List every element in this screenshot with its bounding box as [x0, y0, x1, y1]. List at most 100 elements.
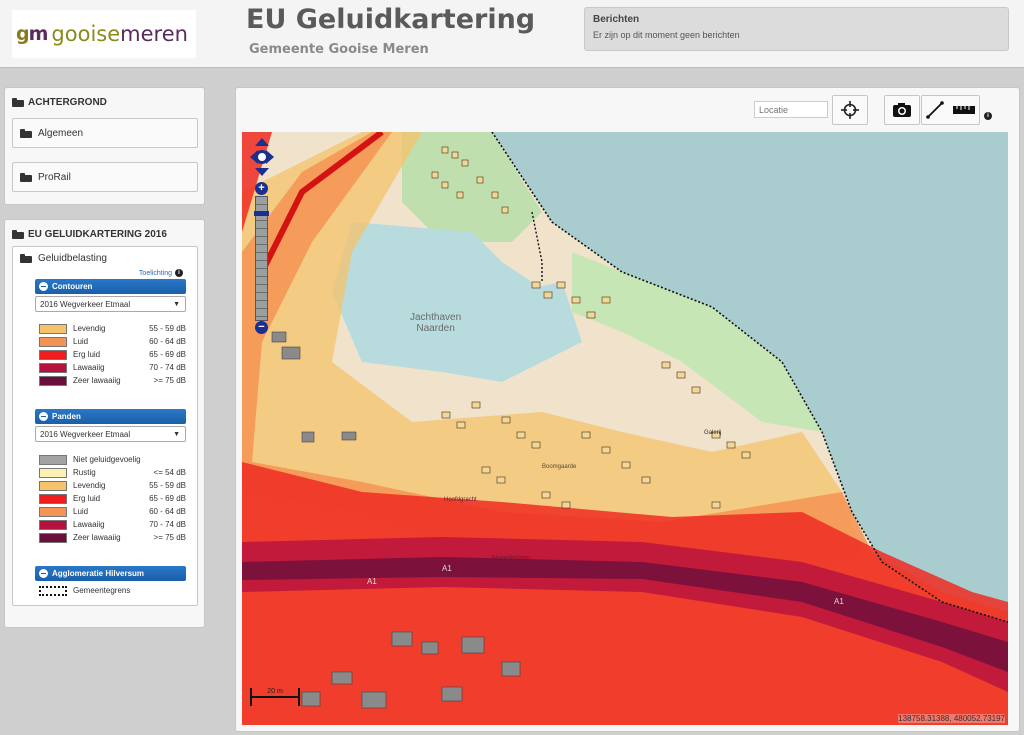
- legend-row: Gemeentegrens: [39, 584, 186, 597]
- toelichting-link[interactable]: Toelichting i: [20, 269, 183, 277]
- legend-row: Niet geluidgevoelig: [39, 453, 186, 466]
- chevron-down-icon: ▼: [173, 430, 180, 438]
- background-item-algemeen[interactable]: Algemeen: [12, 118, 198, 148]
- map-label-harbor: Jachthaven Naarden: [410, 312, 461, 334]
- municipal-border-swatch: [39, 585, 67, 596]
- legend-row: Levendig 55 - 59 dB: [39, 479, 186, 492]
- legend-swatch: [39, 362, 67, 373]
- geluidbelasting-label: Geluidbelasting: [38, 253, 107, 264]
- legend-range: 65 - 69 dB: [149, 494, 186, 503]
- legend-label: Levendig: [73, 481, 106, 490]
- legend-row: Lawaaiig 70 - 74 dB: [39, 518, 186, 531]
- legend-swatch: [39, 375, 67, 386]
- agglomeratie-legend: Gemeentegrens: [39, 584, 186, 597]
- legend-label: Lawaaiig: [73, 520, 105, 529]
- legend-swatch: [39, 323, 67, 334]
- contouren-header[interactable]: Contouren: [35, 279, 186, 294]
- mapping-panel-title: EU GELUIDKARTERING 2016: [28, 229, 167, 240]
- map-label-street: Boomgaarde: [542, 464, 577, 470]
- map-graphic: [242, 132, 1008, 725]
- legend-row: Zeer lawaaiig >= 75 dB: [39, 531, 186, 544]
- legend-swatch: [39, 493, 67, 504]
- folder-icon: [20, 128, 32, 138]
- screenshot-button[interactable]: [884, 95, 920, 125]
- legend-label: Levendig: [73, 324, 106, 333]
- legend-row: Luid 60 - 64 dB: [39, 505, 186, 518]
- toelichting-label: Toelichting: [138, 269, 172, 277]
- legend-range: 65 - 69 dB: [149, 350, 186, 359]
- logo-mark: gm: [16, 23, 48, 45]
- contouren-label: Contouren: [52, 282, 93, 291]
- legend-swatch: [39, 349, 67, 360]
- legend-row: Rustig <= 54 dB: [39, 466, 186, 479]
- app-header: gm gooisemeren EU Geluidkartering Gemeen…: [0, 0, 1024, 68]
- contouren-selected: 2016 Wegverkeer Etmaal: [40, 299, 131, 309]
- geluidbelasting-header[interactable]: Geluidbelasting: [20, 253, 186, 264]
- panden-label: Panden: [52, 412, 81, 421]
- scale-label: 20 m: [267, 688, 283, 695]
- info-dot: i: [984, 112, 992, 120]
- legend-range: 55 - 59 dB: [149, 481, 186, 490]
- map-canvas[interactable]: Jachthaven Naarden A1 A1 A1 Noorderlaan …: [242, 132, 1008, 725]
- info-icon[interactable]: i: [984, 104, 992, 122]
- legend-range: 60 - 64 dB: [149, 507, 186, 516]
- messages-box: Berichten Er zijn op dit moment geen ber…: [584, 7, 1009, 51]
- chevron-down-icon: ▼: [173, 300, 180, 308]
- zoom-in-button[interactable]: +: [255, 182, 268, 195]
- folder-open-icon: [12, 98, 24, 107]
- zoom-slider[interactable]: [254, 196, 269, 321]
- legend-row: Luid 60 - 64 dB: [39, 335, 186, 348]
- mapping-panel: EU GELUIDKARTERING 2016 Geluidbelasting …: [4, 219, 205, 628]
- info-icon: i: [175, 269, 183, 277]
- folder-open-icon: [12, 230, 24, 239]
- legend-row: Zeer lawaaiig >= 75 dB: [39, 374, 186, 387]
- legend-label: Lawaaiig: [73, 363, 105, 372]
- page-title: EU Geluidkartering: [246, 4, 536, 35]
- panden-legend: Niet geluidgevoelig Rustig <= 54 dB Leven…: [39, 453, 186, 544]
- legend-label: Zeer lawaaiig: [73, 533, 121, 542]
- coordinate-readout: 138758.31388, 480052.73197: [898, 714, 1005, 723]
- ruler-icon: [952, 106, 975, 114]
- legend-row: Lawaaiig 70 - 74 dB: [39, 361, 186, 374]
- legend-swatch: [39, 336, 67, 347]
- map-label-street: Hoofdgracht: [444, 497, 477, 503]
- background-item-label: Algemeen: [38, 127, 84, 139]
- locate-button[interactable]: [832, 95, 868, 125]
- map-label-a1: A1: [442, 564, 452, 573]
- legend-row: Erg luid 65 - 69 dB: [39, 348, 186, 361]
- measure-tools-button[interactable]: [921, 95, 980, 125]
- zoom-slider-handle[interactable]: [254, 211, 269, 216]
- harbor-label-1: Jachthaven: [410, 312, 462, 323]
- pan-control[interactable]: [250, 138, 274, 176]
- background-item-prorail[interactable]: ProRail: [12, 162, 198, 192]
- location-search-input[interactable]: [754, 101, 828, 118]
- contouren-legend: Levendig 55 - 59 dB Luid 60 - 64 dB Erg lu…: [39, 322, 186, 387]
- legend-range: 70 - 74 dB: [149, 363, 186, 372]
- scale-bar: 20 m: [250, 682, 300, 712]
- legend-swatch: [39, 454, 67, 465]
- map-label-a1: A1: [834, 597, 844, 606]
- agglomeratie-header[interactable]: Agglomeratie Hilversum: [35, 566, 186, 581]
- legend-range: <= 54 dB: [153, 468, 186, 477]
- legend-label: Erg luid: [73, 350, 101, 359]
- logo-wordmark: gooisemeren: [51, 22, 188, 46]
- background-panel-header[interactable]: ACHTERGROND: [5, 88, 204, 114]
- crosshair-icon: [841, 101, 859, 119]
- panden-header[interactable]: Panden: [35, 409, 186, 424]
- legend-swatch: [39, 480, 67, 491]
- pan-arrows-icon: [250, 138, 274, 176]
- mapping-panel-header[interactable]: EU GELUIDKARTERING 2016: [5, 220, 204, 246]
- panden-select[interactable]: 2016 Wegverkeer Etmaal ▼: [35, 426, 186, 442]
- messages-text: Er zijn op dit moment geen berichten: [593, 30, 740, 40]
- legend-label: Zeer lawaaiig: [73, 376, 121, 385]
- legend-range: >= 75 dB: [153, 376, 186, 385]
- map-label-street: Galerij: [704, 430, 722, 436]
- legend-range: 60 - 64 dB: [149, 337, 186, 346]
- zoom-out-button[interactable]: −: [255, 321, 268, 334]
- page-subtitle: Gemeente Gooise Meren: [249, 42, 429, 57]
- logo[interactable]: gm gooisemeren: [12, 10, 196, 58]
- panden-selected: 2016 Wegverkeer Etmaal: [40, 429, 131, 439]
- legend-row: Levendig 55 - 59 dB: [39, 322, 186, 335]
- measure-line-icon: [926, 101, 945, 119]
- contouren-select[interactable]: 2016 Wegverkeer Etmaal ▼: [35, 296, 186, 312]
